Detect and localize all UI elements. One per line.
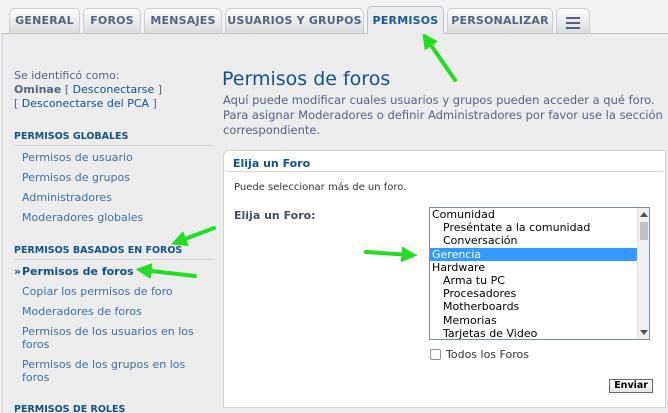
sidebar-item-label: Permisos de foros	[22, 265, 134, 278]
tab-personalizar[interactable]: PERSONALIZAR	[447, 8, 553, 33]
all-forums-label: Todos los Foros	[446, 348, 529, 361]
sidebar-item-permisos-de-grupos[interactable]: Permisos de grupos	[22, 171, 212, 184]
identified-as-label: Se identificó como:	[14, 69, 120, 82]
scroll-thumb[interactable]	[640, 222, 648, 240]
tab-usuarios-y-grupos[interactable]: USUARIOS Y GRUPOS	[225, 8, 364, 33]
sidebar-item-permisos-de-foros[interactable]: » Permisos de foros	[14, 265, 212, 278]
tab-mensajes[interactable]: MENSAJES	[144, 8, 222, 33]
sidebar-item-permisos-usuarios-foros[interactable]: Permisos de los usuarios en los foros	[22, 325, 207, 351]
sidebar-item-permisos-de-usuario[interactable]: Permisos de usuario	[22, 151, 212, 164]
section-heading-roles: PERMISOS DE ROLES	[14, 404, 213, 413]
panel-hint: Puede seleccionar más de un foro.	[234, 182, 407, 193]
forum-select-panel: Elija un Foro Puede seleccionar más de u…	[223, 150, 666, 408]
forum-field-label: Elija un Foro:	[234, 209, 316, 222]
panel-legend: Elija un Foro	[233, 157, 311, 170]
tab-foros[interactable]: FOROS	[83, 8, 141, 33]
tab-more[interactable]	[556, 8, 590, 33]
list-option[interactable]: Tarjetas de Video	[430, 327, 649, 339]
list-option-selected[interactable]: Gerencia	[430, 247, 649, 261]
sidebar-item-administradores[interactable]: Administradores	[22, 191, 212, 204]
tab-bar: GENERAL FOROS MENSAJES USUARIOS Y GRUPOS…	[0, 0, 668, 34]
divider	[226, 171, 663, 172]
listbox-scrollbar[interactable]	[637, 208, 649, 339]
list-option[interactable]: Preséntate a la comunidad	[430, 221, 649, 234]
list-option[interactable]: Conversación	[430, 234, 649, 247]
active-bullet: »	[14, 265, 22, 278]
login-info: Se identificó como: Ominae [ Desconectar…	[14, 69, 163, 110]
list-option[interactable]: Motherboards	[430, 300, 649, 313]
list-option[interactable]: Hardware	[430, 261, 649, 274]
sidebar-item-moderadores-de-foros[interactable]: Moderadores de foros	[22, 305, 212, 318]
scroll-up-icon[interactable]	[640, 212, 648, 217]
all-forums-checkbox[interactable]	[430, 349, 441, 360]
list-option[interactable]: Memorias	[430, 314, 649, 327]
page-description: Aquí puede modificar cuales usuarios y g…	[223, 93, 663, 137]
all-forums-row[interactable]: Todos los Foros	[430, 348, 529, 361]
logout-link[interactable]: Desconectarse	[73, 83, 155, 96]
list-option[interactable]: Arma tu PC	[430, 274, 649, 287]
menu-icon	[557, 9, 589, 29]
sidebar-item-permisos-grupos-foros[interactable]: Permisos de los grupos en los foros	[22, 358, 207, 384]
sidebar: Se identificó como: Ominae [ Desconectar…	[3, 34, 213, 413]
sidebar-item-copiar-permisos[interactable]: Copiar los permisos de foro	[22, 285, 212, 298]
section-heading-global: PERMISOS GLOBALES	[14, 131, 213, 146]
section-heading-forum-based: PERMISOS BASADOS EN FOROS	[14, 245, 213, 260]
list-option[interactable]: Comunidad	[430, 208, 649, 221]
logout-acp-link[interactable]: Desconectarse del PCA	[22, 97, 149, 110]
submit-button[interactable]: Enviar	[609, 379, 653, 393]
tab-general[interactable]: GENERAL	[9, 8, 80, 33]
page-title: Permisos de foros	[222, 68, 391, 90]
forum-listbox[interactable]: Comunidad Preséntate a la comunidad Conv…	[429, 207, 650, 340]
list-option[interactable]: Procesadores	[430, 287, 649, 300]
tab-permisos[interactable]: PERMISOS	[367, 6, 444, 34]
username: Ominae	[14, 83, 62, 96]
scroll-down-icon[interactable]	[640, 330, 648, 335]
sidebar-item-moderadores-globales[interactable]: Moderadores globales	[22, 211, 212, 224]
